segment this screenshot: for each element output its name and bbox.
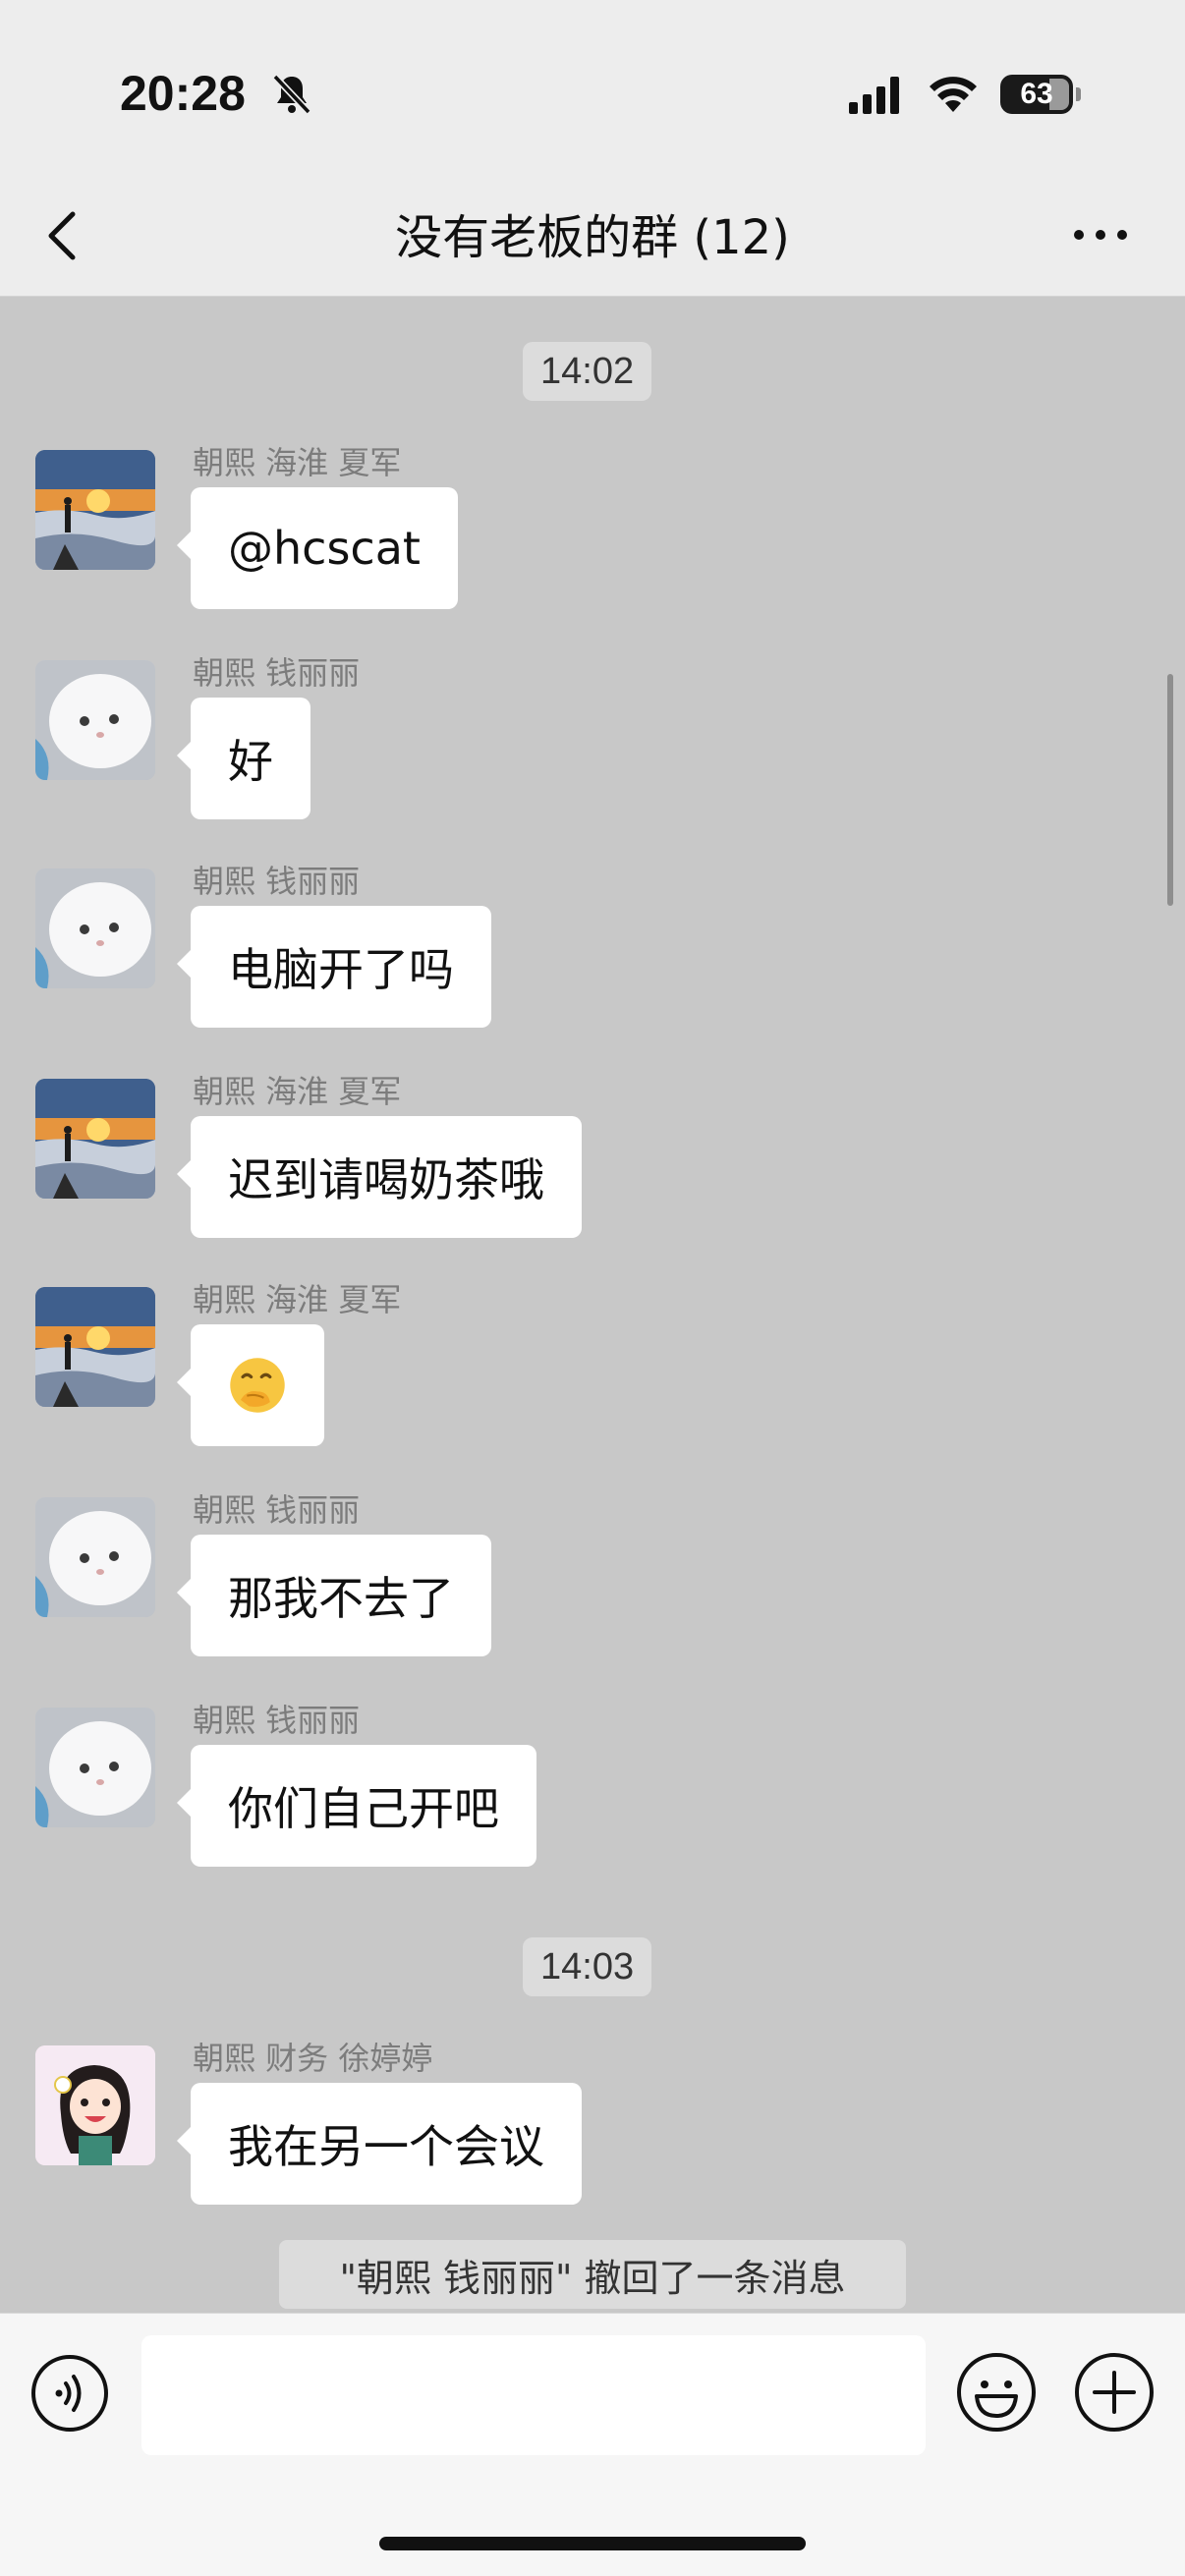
recall-notice: "朝熙 钱丽丽" 撤回了一条消息 bbox=[279, 2240, 906, 2309]
message-bubble[interactable]: 那我不去了 bbox=[177, 1535, 491, 1656]
hand-over-mouth-emoji bbox=[230, 1358, 285, 1413]
more-dots-icon[interactable] bbox=[1071, 220, 1130, 250]
mountain-sunset-avatar[interactable] bbox=[35, 450, 155, 570]
sender-name: 朝熙 海淮 夏军 bbox=[193, 1281, 402, 1318]
sender-name: 朝熙 钱丽丽 bbox=[193, 863, 361, 900]
plus-icon[interactable] bbox=[1073, 2351, 1156, 2434]
white-cat-avatar[interactable] bbox=[35, 1497, 155, 1617]
cartoon-girl-avatar[interactable] bbox=[35, 2045, 155, 2165]
signal-icon bbox=[849, 77, 899, 114]
bell-muted-icon bbox=[272, 74, 311, 115]
status-bar: 20:28 63 bbox=[0, 0, 1185, 177]
chat-title: 没有老板的群 (12) bbox=[395, 210, 790, 265]
voice-icon[interactable] bbox=[29, 2353, 110, 2434]
sender-name: 朝熙 海淮 夏军 bbox=[193, 1073, 402, 1110]
wifi-icon bbox=[930, 77, 977, 112]
mountain-sunset-avatar[interactable] bbox=[35, 1287, 155, 1407]
home-indicator[interactable] bbox=[379, 2537, 806, 2550]
battery-icon: 63 bbox=[1000, 75, 1081, 114]
mountain-sunset-avatar[interactable] bbox=[35, 1079, 155, 1199]
chat-message-list[interactable] bbox=[0, 297, 1185, 2313]
scrollbar-thumb[interactable] bbox=[1167, 674, 1173, 906]
message-bubble[interactable]: @hcscat bbox=[177, 487, 458, 609]
message-bubble[interactable]: 迟到请喝奶茶哦 bbox=[177, 1116, 582, 1238]
sender-name: 朝熙 钱丽丽 bbox=[193, 1491, 361, 1529]
sender-name: 朝熙 海淮 夏军 bbox=[193, 444, 402, 481]
message-bubble[interactable]: 你们自己开吧 bbox=[177, 1745, 536, 1867]
message-bubble[interactable] bbox=[177, 1324, 324, 1446]
sender-name: 朝熙 钱丽丽 bbox=[193, 654, 361, 692]
white-cat-avatar[interactable] bbox=[35, 660, 155, 780]
emoji-icon[interactable] bbox=[955, 2351, 1038, 2434]
message-bubble[interactable]: 好 bbox=[177, 698, 310, 819]
white-cat-avatar[interactable] bbox=[35, 868, 155, 988]
battery-level: 63 bbox=[1020, 78, 1053, 110]
time-separator: 14:02 bbox=[523, 342, 652, 401]
message-bubble[interactable]: 电脑开了吗 bbox=[177, 906, 491, 1028]
sender-name: 朝熙 财务 徐婷婷 bbox=[193, 2040, 433, 2077]
chat-header: 没有老板的群 (12) bbox=[0, 177, 1185, 297]
status-time: 20:28 bbox=[120, 66, 246, 121]
message-bubble[interactable]: 我在另一个会议 bbox=[177, 2083, 582, 2205]
white-cat-avatar[interactable] bbox=[35, 1708, 155, 1827]
message-input[interactable] bbox=[141, 2335, 926, 2455]
sender-name: 朝熙 钱丽丽 bbox=[193, 1702, 361, 1739]
time-separator: 14:03 bbox=[523, 1937, 652, 1996]
